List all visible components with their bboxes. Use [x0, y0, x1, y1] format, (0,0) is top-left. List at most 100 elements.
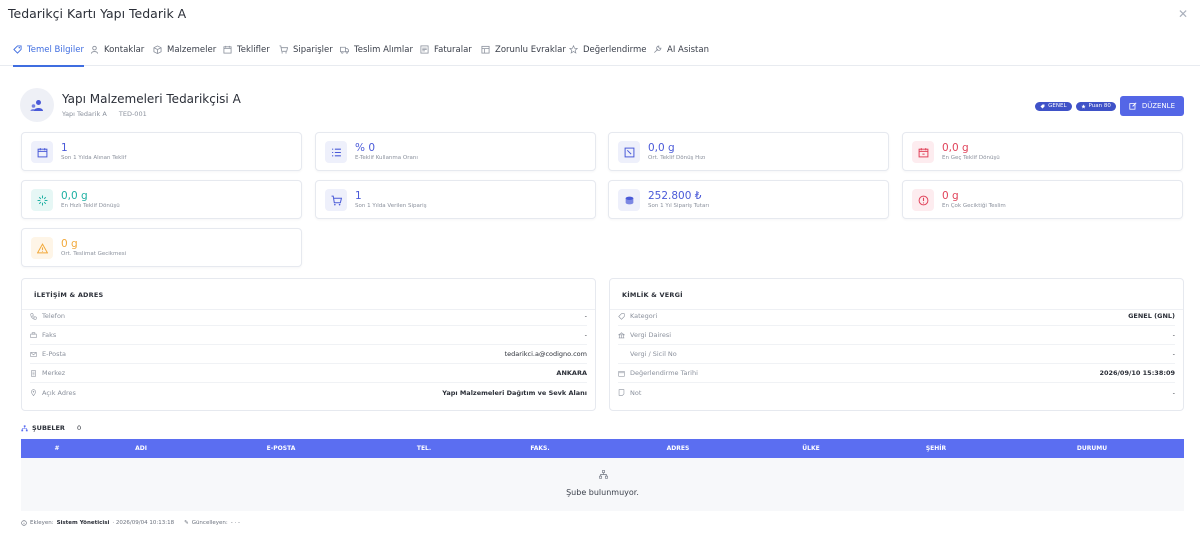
stat-icon-box	[618, 141, 640, 163]
info-row: Kategori GENEL (GNL)	[618, 307, 1175, 326]
column-header[interactable]: E-POSTA	[267, 445, 296, 452]
window-title: Tedarikçi Kartı Yapı Tedarik A	[8, 6, 187, 21]
tab-label: Kontaklar	[104, 44, 145, 55]
calendar-icon	[37, 147, 47, 157]
branches-section-title: ŞUBELER 0	[21, 424, 81, 432]
column-header[interactable]: ADI	[135, 445, 147, 452]
info-row: Vergi / Sicil No -	[618, 345, 1175, 364]
stat-label: En Çok Geciktiği Teslim	[942, 203, 1006, 209]
truck-icon	[340, 46, 349, 54]
row-key: E-Posta	[42, 350, 67, 358]
tab-label: Teklifler	[237, 44, 270, 55]
box-icon	[153, 45, 162, 54]
tab-faturalar[interactable]: Faturalar	[420, 33, 472, 66]
stat-value: 252.800 ₺	[648, 190, 702, 202]
alert-circle-icon	[918, 195, 928, 205]
audit-footer: Ekleyen: Sistem Yöneticisi · 2026/09/04 …	[21, 520, 240, 526]
document-icon	[481, 45, 490, 54]
branches-title: ŞUBELER	[32, 424, 65, 432]
tab-label: Malzemeler	[167, 44, 217, 55]
close-icon[interactable]: ✕	[1176, 7, 1190, 21]
row-value: -	[1172, 331, 1175, 339]
stat-label: E-Teklif Kullanma Oranı	[355, 155, 418, 161]
tab-label: AI Asistan	[667, 44, 709, 55]
stat-card-fastest-quote: 0,0 g En Hızlı Teklif Dönüşü	[21, 180, 302, 219]
tab-degerlendirme[interactable]: Değerlendirme	[569, 33, 646, 66]
sitemap-icon	[599, 470, 608, 479]
edit-button-label: DÜZENLE	[1141, 102, 1175, 110]
info-row: Vergi Dairesi -	[618, 326, 1175, 345]
tab-teslim-alimlar[interactable]: Teslim Alımlar	[340, 33, 413, 66]
panel-title: KİMLİK & VERGİ	[622, 291, 683, 299]
stat-icon-box	[31, 141, 53, 163]
added-by-label: Ekleyen:	[30, 520, 54, 526]
stat-value: 0 g	[61, 238, 78, 250]
bank-icon	[618, 331, 625, 338]
invoice-icon	[420, 45, 429, 54]
tag-icon	[1040, 104, 1045, 108]
updated-by-value: - · -	[230, 520, 240, 526]
tab-kontaklar[interactable]: Kontaklar	[90, 33, 144, 66]
updated-by-label: Güncelleyen:	[191, 520, 228, 526]
avatar	[20, 88, 54, 122]
stat-icon-box	[912, 141, 934, 163]
column-header[interactable]: TEL.	[417, 445, 431, 452]
score-badge-label: Puan 80	[1088, 103, 1111, 109]
column-header[interactable]: #	[54, 445, 59, 452]
stat-icon-box	[31, 237, 53, 259]
info-row: Değerlendirme Tarihi 2026/09/10 15:38:09	[618, 364, 1175, 383]
row-key: Kategori	[630, 312, 658, 320]
identity-tax-panel: KİMLİK & VERGİ Kategori GENEL (GNL) Verg…	[609, 278, 1184, 411]
stat-card-avg-delay: 0 g Ort. Teslimat Gecikmesi	[21, 228, 302, 267]
tab-malzemeler[interactable]: Malzemeler	[153, 33, 216, 66]
cart-icon	[279, 45, 288, 54]
stat-card-e-quote-rate: % 0 E-Teklif Kullanma Oranı	[315, 132, 596, 171]
stat-card-max-delay: 0 g En Çok Geciktiği Teslim	[902, 180, 1183, 219]
column-header[interactable]: DURUMU	[1077, 445, 1107, 452]
added-by-user: Sistem Yöneticisi	[56, 520, 110, 526]
row-value: GENEL (GNL)	[1128, 312, 1175, 320]
phone-icon	[30, 312, 37, 320]
row-key: Vergi / Sicil No	[630, 350, 677, 358]
edit-button[interactable]: DÜZENLE	[1119, 96, 1184, 116]
column-header[interactable]: ÜLKE	[802, 445, 819, 452]
calendar-late-icon	[918, 147, 928, 157]
info-row: Merkez ANKARA	[30, 364, 587, 383]
info-row: Açık Adres Yapı Malzemeleri Dağıtım ve S…	[30, 383, 587, 402]
tab-ai-asistan[interactable]: AI Asistan	[653, 33, 709, 66]
tab-label: Değerlendirme	[583, 44, 647, 55]
info-circle-icon	[21, 520, 27, 526]
tab-siparisler[interactable]: Siparişler	[279, 33, 333, 66]
tab-teklifler[interactable]: Teklifler	[223, 33, 270, 66]
tab-temel-bilgiler[interactable]: Temel Bilgiler	[13, 33, 84, 67]
row-key: Faks	[42, 331, 57, 339]
row-key: Vergi Dairesi	[630, 331, 672, 339]
tab-zorunlu-evraklar[interactable]: Zorunlu Evraklar	[481, 33, 566, 66]
column-header[interactable]: FAKS.	[530, 445, 549, 452]
stat-label: Son 1 Yılda Verilen Sipariş	[355, 203, 427, 209]
stat-icon-box	[325, 141, 347, 163]
stat-value: 1	[61, 142, 68, 154]
row-value: -	[584, 331, 587, 339]
stat-label: Ort. Teslimat Gecikmesi	[61, 251, 127, 257]
category-badge: GENEL	[1035, 101, 1072, 111]
supplier-short-name: Yapı Tedarik A	[62, 110, 107, 118]
contact-address-panel: İLETİŞİM & ADRES Telefon - Faks - E-Post…	[21, 278, 596, 411]
tab-label: Faturalar	[434, 44, 472, 55]
title-bar: Tedarikçi Kartı Yapı Tedarik A ✕	[0, 0, 1200, 30]
column-header[interactable]: ADRES	[667, 445, 690, 452]
badge-group: GENEL Puan 80 DÜZENLE	[1035, 96, 1184, 116]
tab-label: Teslim Alımlar	[354, 44, 413, 55]
stat-value: 0,0 g	[942, 142, 969, 154]
info-row: Faks -	[30, 326, 587, 345]
row-key: Açık Adres	[42, 388, 76, 397]
info-row: E-Posta tedarikci.a@codigno.com	[30, 345, 587, 364]
sparkle-icon	[37, 195, 47, 205]
info-row: Not -	[618, 383, 1175, 402]
tab-label: Temel Bilgiler	[27, 44, 84, 55]
stat-card-order-amount: 252.800 ₺ Son 1 Yıl Sipariş Tutarı	[608, 180, 889, 219]
info-row: Telefon -	[30, 307, 587, 326]
calendar-icon	[618, 370, 625, 377]
empty-state-text: Şube bulunmuyor.	[566, 488, 639, 497]
column-header[interactable]: ŞEHİR	[926, 445, 946, 452]
